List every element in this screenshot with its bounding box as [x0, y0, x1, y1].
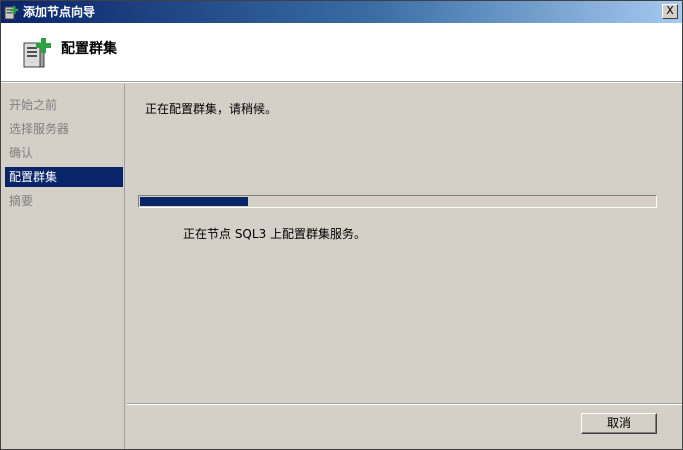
window-title: 添加节点向导: [23, 5, 96, 19]
status-text: 正在配置群集，请稍候。: [145, 102, 278, 116]
wizard-header: 配置群集: [1, 23, 682, 82]
page-title: 配置群集: [61, 41, 117, 57]
step-select-servers: 选择服务器: [9, 122, 70, 136]
wizard-add-icon: [4, 4, 20, 20]
header-divider: [1, 82, 682, 83]
progress-bar: [138, 195, 657, 208]
step-configure-cluster: 配置群集: [5, 167, 123, 187]
progress-detail-text: 正在节点 SQL3 上配置群集服务。: [183, 227, 367, 241]
main-content: 正在配置群集，请稍候。 正在节点 SQL3 上配置群集服务。: [127, 84, 682, 402]
step-before-you-begin: 开始之前: [9, 98, 58, 112]
footer-divider-highlight: [127, 404, 682, 405]
cancel-button[interactable]: 取消: [581, 413, 657, 434]
title-bar[interactable]: 添加节点向导 X: [1, 1, 682, 24]
steps-pane: 开始之前 选择服务器 确认 配置群集 摘要: [1, 84, 125, 449]
close-icon: X: [666, 4, 674, 17]
server-add-icon: [21, 35, 53, 69]
step-confirmation: 确认: [9, 146, 34, 160]
close-button[interactable]: X: [662, 4, 678, 19]
pane-divider: [124, 84, 125, 449]
steps-list: 开始之前 选择服务器 确认 配置群集 摘要: [5, 95, 123, 215]
progress-fill: [140, 197, 248, 206]
wizard-window: 添加节点向导 X 配置群集 开始之前 选择服务器 确认 配置群集 摘要 正在配置…: [0, 0, 683, 450]
step-summary: 摘要: [9, 194, 34, 208]
